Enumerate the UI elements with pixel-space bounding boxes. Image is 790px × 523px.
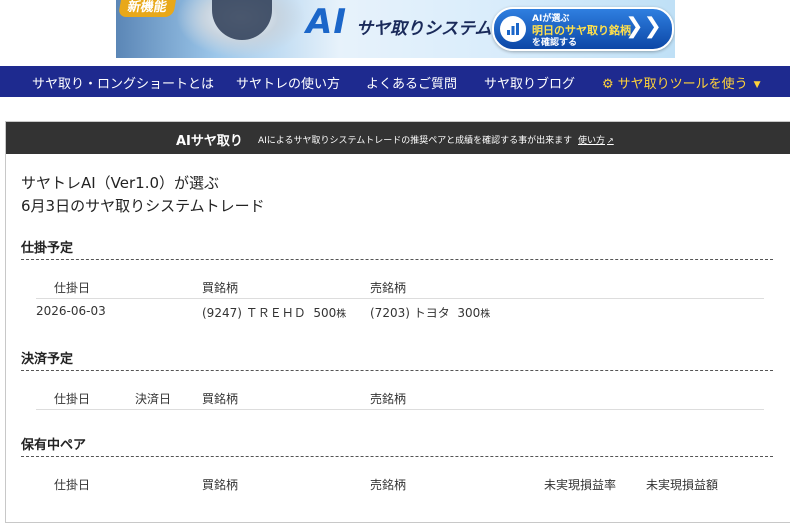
sell-stock-name: (7203) トヨタ xyxy=(370,306,450,320)
buy-stock-qty: 500 xyxy=(313,306,337,320)
new-feature-badge: 新機能 xyxy=(117,0,178,17)
section-title-holding: 保有中ペア xyxy=(21,438,87,453)
col-header-entry-date: 仕掛日 xyxy=(54,281,91,295)
howto-link-label: 使い方 xyxy=(578,136,606,146)
sell-stock-qty: 300 xyxy=(457,306,481,320)
divider xyxy=(21,259,773,260)
nav-item-howto[interactable]: サヤトレの使い方 xyxy=(236,73,340,92)
col-header-unrealized-amount: 未実現損益額 xyxy=(646,478,719,492)
sell-stock-unit: 株 xyxy=(480,309,491,320)
col-header-buy: 買銘柄 xyxy=(202,392,239,406)
section-title-planned-exit: 決済予定 xyxy=(21,352,74,367)
col-header-entry-date: 仕掛日 xyxy=(54,392,91,406)
row-divider xyxy=(36,409,764,410)
double-chevron-icon: ❯❯ xyxy=(625,14,662,39)
nav-item-blog[interactable]: サヤ取りブログ xyxy=(484,73,575,92)
main-nav: サヤ取り・ロングショートとは サヤトレの使い方 よくあるご質問 サヤ取りブログ … xyxy=(0,66,790,97)
panel-header: AIサヤ取り AIによるサヤ取りシステムトレードの推奨ペアと成績を確認する事が出… xyxy=(6,122,790,154)
col-header-exit-date: 決済日 xyxy=(135,392,172,406)
nav-tools-label: サヤ取りツールを使う xyxy=(617,77,748,92)
col-header-entry-date: 仕掛日 xyxy=(54,478,91,492)
buy-stock-name: (9247) ＴＲＥＨＤ xyxy=(202,306,306,320)
panel-title: AIサヤ取り xyxy=(176,134,243,149)
caret-down-icon: ▼ xyxy=(753,79,761,90)
col-header-unrealized-rate: 未実現損益率 xyxy=(544,478,617,492)
banner-ai-text: AI xyxy=(306,2,347,42)
ai-saya-panel: AIサヤ取り AIによるサヤ取りシステムトレードの推奨ペアと成績を確認する事が出… xyxy=(5,121,790,523)
ai-banner[interactable]: 新機能 AI サヤ取りシステムトレード AIが選ぶ 明日のサヤ取り銘柄 を確認す… xyxy=(116,0,675,58)
section-title-planned-entry: 仕掛予定 xyxy=(21,241,74,256)
howto-link[interactable]: 使い方 ↗ xyxy=(578,133,614,146)
col-header-buy: 買銘柄 xyxy=(202,281,239,295)
col-header-sell: 売銘柄 xyxy=(370,392,407,406)
col-header-sell: 売銘柄 xyxy=(370,478,407,492)
divider xyxy=(21,456,773,457)
cta-line3: を確認する xyxy=(532,38,578,48)
entry-date-cell: 2026-06-03 xyxy=(36,304,106,318)
buy-stock-unit: 株 xyxy=(336,309,347,320)
intro-line2: 6月3日のサヤ取りシステムトレード xyxy=(21,197,265,215)
buy-stock-cell[interactable]: (9247) ＴＲＥＨＤ 500株 xyxy=(202,304,346,321)
nav-item-about[interactable]: サヤ取り・ロングショートとは xyxy=(32,73,214,92)
banner-cta-button[interactable]: AIが選ぶ 明日のサヤ取り銘柄 を確認する ❯❯ xyxy=(492,7,674,51)
gear-icon: ⚙ xyxy=(602,77,614,92)
divider xyxy=(21,370,773,371)
chart-icon xyxy=(500,16,526,42)
nav-item-tools[interactable]: ⚙ サヤ取りツールを使う ▼ xyxy=(602,73,761,92)
nav-item-faq[interactable]: よくあるご質問 xyxy=(366,73,457,92)
col-header-sell: 売銘柄 xyxy=(370,281,407,295)
intro-line1: サヤトレAI（Ver1.0）が選ぶ xyxy=(21,174,220,192)
row-divider xyxy=(36,298,764,299)
external-link-icon: ↗ xyxy=(607,136,614,145)
sell-stock-cell[interactable]: (7203) トヨタ 300株 xyxy=(370,304,490,321)
col-header-buy: 買銘柄 xyxy=(202,478,239,492)
panel-description: AIによるサヤ取りシステムトレードの推奨ペアと成績を確認する事が出来ます xyxy=(258,136,573,146)
